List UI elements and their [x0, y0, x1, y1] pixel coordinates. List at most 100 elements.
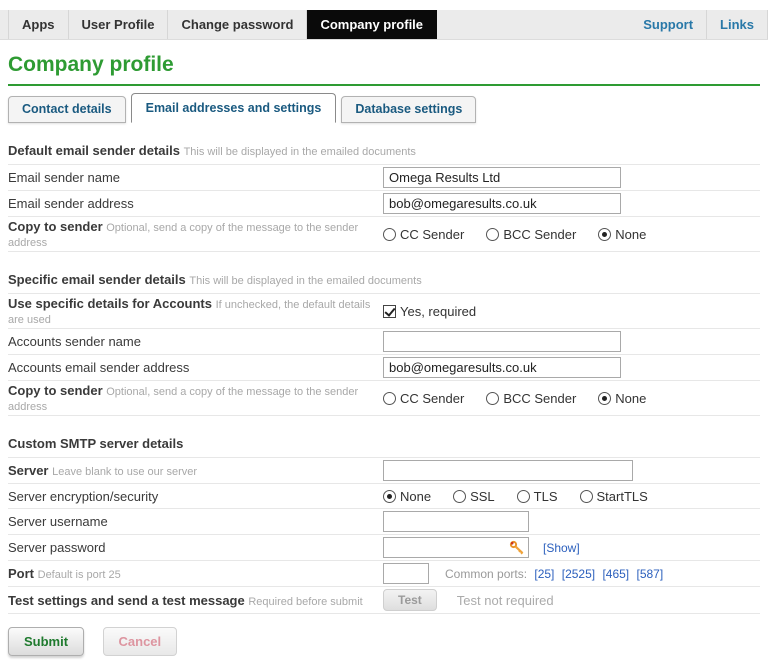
- radio-encryption-tls[interactable]: TLS: [516, 488, 558, 504]
- field-label: Accounts email sender address: [8, 360, 383, 375]
- common-ports-label: Common ports:: [445, 566, 528, 581]
- radio-label: CC Sender: [400, 390, 465, 406]
- radio-encryption-starttls[interactable]: StartTLS: [579, 488, 648, 504]
- row-email-sender-name: Email sender name: [8, 164, 760, 190]
- field-label: Server encryption/security: [8, 489, 383, 504]
- section-title: Default email sender details: [8, 143, 180, 158]
- radio-circle-icon: [453, 489, 467, 503]
- page-content: Company profile Contact details Email ad…: [0, 53, 768, 662]
- label-text: Copy to sender: [8, 219, 103, 234]
- server-username-input[interactable]: [383, 511, 529, 532]
- nav-item-change-password[interactable]: Change password: [168, 10, 308, 39]
- radio-circle-icon: [383, 391, 396, 405]
- field-label: Copy to sender Optional, send a copy of …: [8, 219, 383, 249]
- radio-label: None: [400, 488, 432, 504]
- cancel-button[interactable]: Cancel: [102, 627, 178, 656]
- email-sender-address-input[interactable]: [383, 193, 621, 214]
- row-test-settings: Test settings and send a test message Re…: [8, 586, 760, 614]
- label-hint: Required before submit: [248, 595, 363, 608]
- label-text: Server username: [8, 514, 108, 529]
- section-hint: This will be displayed in the emailed do…: [189, 275, 422, 287]
- row-copy-to-sender-default: Copy to sender Optional, send a copy of …: [8, 216, 760, 252]
- field-label: Email sender address: [8, 196, 383, 211]
- row-port: Port Default is port 25 Common ports: [2…: [8, 560, 760, 586]
- nav-item-links[interactable]: Links: [707, 10, 768, 39]
- tab-contact-details[interactable]: Contact details: [8, 96, 126, 123]
- server-input[interactable]: [383, 460, 633, 481]
- nav-item-user-profile[interactable]: User Profile: [69, 10, 169, 39]
- label-hint: Leave blank to use our server: [52, 466, 198, 478]
- test-button[interactable]: Test: [383, 589, 437, 611]
- nav-item-support[interactable]: Support: [630, 10, 708, 39]
- port-link-465[interactable]: [465]: [602, 567, 629, 581]
- port-input[interactable]: [383, 563, 429, 584]
- radio-label: TLS: [533, 488, 558, 504]
- label-text: Email sender address: [8, 196, 134, 211]
- row-server-encryption: Server encryption/security None SSL TLS: [8, 483, 760, 508]
- server-password-input[interactable]: [383, 537, 529, 558]
- radio-circle-icon: [598, 391, 612, 405]
- field-label: Server username: [8, 514, 383, 529]
- radio-circle-icon: [383, 489, 396, 503]
- label-text: Use specific details for Accounts: [8, 296, 212, 311]
- radio-label: CC Sender: [400, 226, 465, 242]
- email-sender-name-input[interactable]: [383, 167, 621, 188]
- section-heading-smtp: Custom SMTP server details: [8, 431, 760, 457]
- radio-circle-icon: [383, 227, 396, 241]
- radio-circle-icon: [598, 227, 612, 241]
- field-label: Server Leave blank to use our server: [8, 463, 383, 478]
- label-text: Accounts email sender address: [8, 360, 190, 375]
- radio-circle-icon: [516, 489, 530, 503]
- use-specific-checkbox[interactable]: Yes, required: [383, 304, 476, 319]
- row-email-sender-address: Email sender address: [8, 190, 760, 216]
- label-text: Server: [8, 463, 49, 478]
- email-settings-form: Default email sender details This will b…: [8, 138, 760, 662]
- test-status-text: Test not required: [456, 592, 554, 608]
- section-heading-specific-sender: Specific email sender details This will …: [8, 267, 760, 293]
- radio-encryption-none[interactable]: None: [383, 489, 431, 504]
- radio-circle-icon: [486, 227, 500, 241]
- radio-encryption-ssl[interactable]: SSL: [453, 489, 495, 504]
- radio-bcc-sender[interactable]: BCC Sender: [486, 227, 576, 242]
- form-actions: Submit Cancel: [8, 621, 760, 662]
- row-accounts-email-sender-address: Accounts email sender address: [8, 354, 760, 380]
- field-label: Copy to sender Optional, send a copy of …: [8, 383, 383, 413]
- radio-label: BCC Sender: [503, 390, 577, 406]
- label-text: Server password: [8, 540, 106, 555]
- tab-database-settings[interactable]: Database settings: [341, 96, 477, 123]
- nav-item-company-profile[interactable]: Company profile: [307, 10, 438, 39]
- label-text: Port: [8, 566, 34, 581]
- radio-label: StartTLS: [596, 488, 648, 504]
- page-title: Company profile: [8, 53, 760, 86]
- row-copy-to-sender-specific: Copy to sender Optional, send a copy of …: [8, 380, 760, 416]
- checkbox-icon: [383, 304, 396, 318]
- label-hint: Default is port 25: [37, 569, 121, 581]
- port-link-25[interactable]: [25]: [534, 567, 554, 581]
- section-title: Custom SMTP server details: [8, 436, 184, 451]
- section-title: Specific email sender details: [8, 272, 186, 287]
- radio-bcc-sender[interactable]: BCC Sender: [486, 391, 576, 406]
- radio-cc-sender[interactable]: CC Sender: [383, 227, 464, 242]
- accounts-email-sender-address-input[interactable]: [383, 357, 621, 378]
- show-password-link[interactable]: [Show]: [543, 541, 580, 555]
- tab-email-addresses-and-settings[interactable]: Email addresses and settings: [130, 93, 337, 123]
- field-label: Email sender name: [8, 170, 383, 185]
- nav-item-apps[interactable]: Apps: [8, 10, 69, 39]
- section-heading-default-sender: Default email sender details This will b…: [8, 138, 760, 164]
- section-hint: This will be displayed in the emailed do…: [183, 146, 416, 158]
- submit-button[interactable]: Submit: [8, 627, 85, 656]
- port-link-2525[interactable]: [2525]: [562, 567, 595, 581]
- radio-label: None: [615, 226, 647, 242]
- radio-cc-sender[interactable]: CC Sender: [383, 391, 464, 406]
- row-server-username: Server username: [8, 508, 760, 534]
- label-text: Test settings and send a test message: [8, 592, 245, 608]
- row-server: Server Leave blank to use our server: [8, 457, 760, 483]
- accounts-sender-name-input[interactable]: [383, 331, 621, 352]
- field-label: Accounts sender name: [8, 334, 383, 349]
- radio-none[interactable]: None: [598, 227, 646, 242]
- row-accounts-sender-name: Accounts sender name: [8, 328, 760, 354]
- radio-none[interactable]: None: [598, 391, 646, 406]
- label-text: Email sender name: [8, 170, 120, 185]
- port-link-587[interactable]: [587]: [637, 567, 664, 581]
- label-text: Server encryption/security: [8, 488, 159, 504]
